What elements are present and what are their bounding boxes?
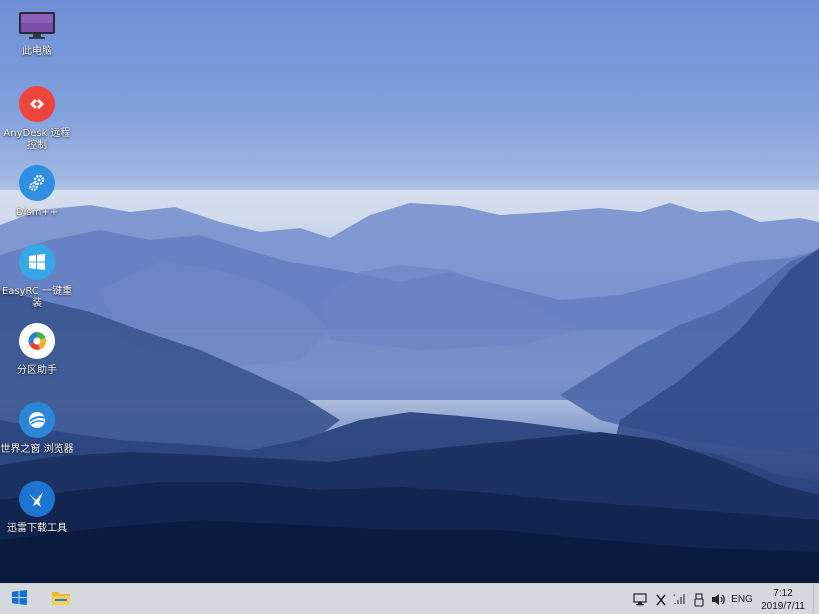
gears-icon xyxy=(19,165,55,201)
desktop-icon-dism[interactable]: Dism++ xyxy=(0,165,74,219)
wifi-icon: * xyxy=(673,593,687,606)
tray-wifi[interactable]: * xyxy=(671,584,689,614)
desktop[interactable]: 此电脑 AnyDesk 远程控制 Dism++ EasyRC 一键重装 分区助手… xyxy=(0,0,819,583)
desktop-icon-label: Dism++ xyxy=(15,207,59,218)
tray-close-x[interactable] xyxy=(652,584,670,614)
taskbar: * ENG 7:12 2019/7/11 xyxy=(0,583,819,614)
monitor-icon xyxy=(18,10,56,40)
desktop-icon-label: 世界之窗 浏览器 xyxy=(0,444,74,455)
close-x-icon xyxy=(655,594,667,606)
tray-volume[interactable] xyxy=(709,584,727,614)
start-button[interactable] xyxy=(0,584,38,614)
desktop-icon-easyrc[interactable]: EasyRC 一键重装 xyxy=(0,244,74,310)
anydesk-icon xyxy=(19,86,55,122)
desktop-icon-theworld-browser[interactable]: 世界之窗 浏览器 xyxy=(0,402,74,456)
desktop-icon-xunlei[interactable]: 迅雷下载工具 xyxy=(0,481,74,535)
windows-start-icon xyxy=(11,589,28,610)
globe-icon xyxy=(19,402,55,438)
desktop-icons: 此电脑 AnyDesk 远程控制 Dism++ EasyRC 一键重装 分区助手… xyxy=(0,0,76,583)
clock-date: 2019/7/11 xyxy=(761,600,805,612)
taskbar-file-explorer[interactable] xyxy=(44,584,78,614)
desktop-icon-label: 迅雷下载工具 xyxy=(7,523,67,534)
desktop-icon-label: AnyDesk 远程控制 xyxy=(3,128,71,151)
usb-icon xyxy=(694,592,704,607)
tray-clock[interactable]: 7:12 2019/7/11 xyxy=(758,584,808,614)
file-explorer-icon xyxy=(51,589,71,610)
windows-logo-icon xyxy=(19,244,55,280)
desktop-icon-this-pc[interactable]: 此电脑 xyxy=(0,10,74,58)
bird-icon xyxy=(19,481,55,517)
tray-language[interactable]: ENG xyxy=(729,584,755,614)
clock-time: 7:12 xyxy=(773,587,793,599)
svg-text:*: * xyxy=(673,594,676,600)
volume-icon xyxy=(711,593,726,606)
show-desktop-button[interactable] xyxy=(813,584,819,614)
network-icon xyxy=(633,593,647,606)
language-indicator: ENG xyxy=(731,594,753,605)
desktop-icon-label: 此电脑 xyxy=(22,46,52,57)
tray-network[interactable] xyxy=(630,584,650,614)
tray-usb[interactable] xyxy=(691,584,707,614)
desktop-icon-anydesk[interactable]: AnyDesk 远程控制 xyxy=(0,86,74,152)
desktop-icon-label: EasyRC 一键重装 xyxy=(1,286,73,309)
wallpaper xyxy=(0,190,819,583)
pie-chart-icon xyxy=(19,323,55,359)
desktop-icon-partition-assistant[interactable]: 分区助手 xyxy=(0,323,74,377)
desktop-icon-label: 分区助手 xyxy=(17,365,57,376)
